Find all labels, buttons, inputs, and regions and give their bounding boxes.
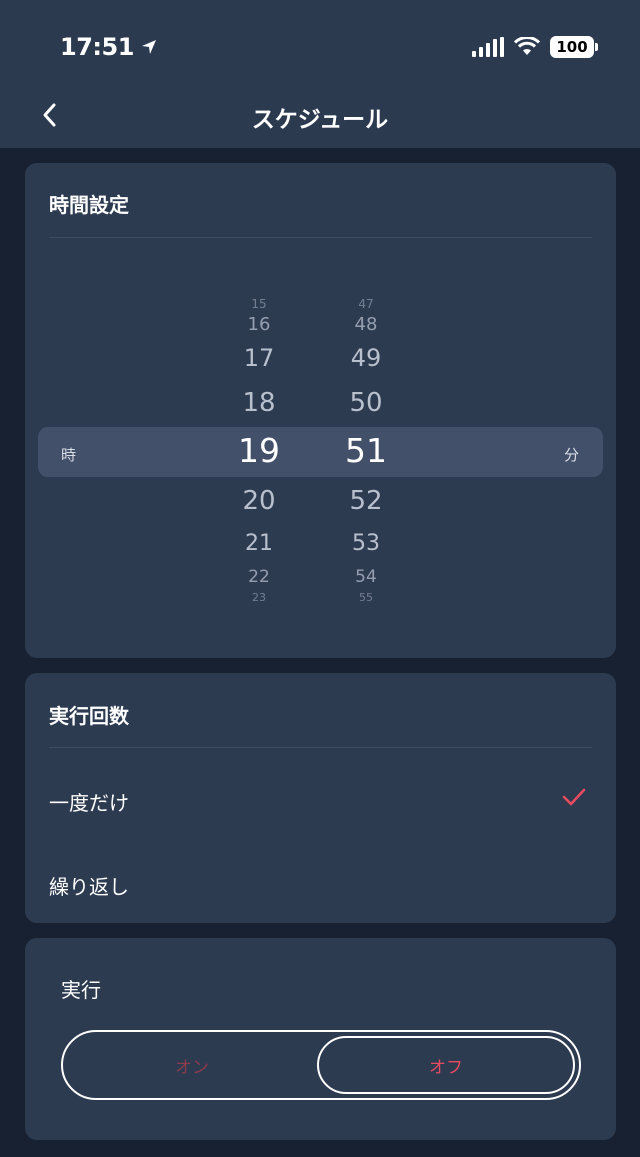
- option-once-label: 一度だけ: [49, 791, 129, 815]
- minute-option[interactable]: 53: [336, 533, 396, 555]
- minute-option[interactable]: 52: [336, 488, 396, 514]
- wifi-icon: [514, 37, 540, 55]
- on-segment[interactable]: オン: [69, 1036, 315, 1094]
- off-segment-selected[interactable]: オフ: [317, 1036, 575, 1094]
- time-setting-title: 時間設定: [49, 193, 129, 217]
- page-title: スケジュール: [251, 107, 389, 133]
- hour-option[interactable]: 20: [229, 488, 289, 514]
- hour-option-selected[interactable]: 19: [229, 434, 289, 467]
- option-repeat[interactable]: 繰り返し: [25, 848, 616, 918]
- hour-option[interactable]: 17: [229, 346, 289, 370]
- minute-option[interactable]: 49: [336, 346, 396, 370]
- status-time: 17:51: [60, 33, 158, 61]
- hour-option[interactable]: 15: [229, 298, 289, 310]
- location-arrow-icon: [141, 40, 156, 54]
- repeat-count-title: 実行回数: [49, 704, 129, 728]
- minute-unit-label: 分: [564, 446, 580, 464]
- hour-option[interactable]: 16: [229, 316, 289, 334]
- option-repeat-label: 繰り返し: [49, 875, 129, 899]
- divider: [49, 237, 592, 238]
- option-once[interactable]: 一度だけ: [25, 763, 616, 833]
- minute-option[interactable]: 48: [336, 316, 396, 334]
- navigation-bar: 17:51 100 スケジュール: [0, 0, 640, 148]
- picker-selection-band: [38, 427, 603, 477]
- battery-icon: 100: [550, 36, 598, 58]
- hour-option[interactable]: 21: [229, 533, 289, 555]
- clock-text: 17:51: [60, 33, 134, 61]
- minute-option[interactable]: 47: [336, 298, 396, 310]
- status-indicators: 100: [472, 36, 598, 58]
- hour-option[interactable]: 22: [229, 569, 289, 586]
- hour-option[interactable]: 18: [229, 390, 289, 416]
- execute-title: 実行: [61, 978, 101, 1002]
- hour-option[interactable]: 23: [229, 592, 289, 603]
- checkmark-icon: [562, 788, 586, 806]
- on-off-segmented-control[interactable]: オン オフ: [61, 1030, 581, 1100]
- battery-level: 100: [556, 38, 588, 56]
- minute-option[interactable]: 54: [336, 569, 396, 586]
- minute-option[interactable]: 50: [336, 390, 396, 416]
- cellular-signal-icon: [472, 37, 504, 57]
- time-setting-card: 時間設定 時 分 15 16 17 18 19 20 21 22 23 47 4…: [25, 163, 616, 658]
- hour-unit-label: 時: [61, 446, 77, 464]
- minute-option-selected[interactable]: 51: [336, 434, 396, 467]
- minute-option[interactable]: 55: [336, 592, 396, 603]
- execute-card: 実行 オン オフ: [25, 938, 616, 1140]
- repeat-count-card: 実行回数 一度だけ 繰り返し: [25, 673, 616, 923]
- divider: [49, 747, 592, 748]
